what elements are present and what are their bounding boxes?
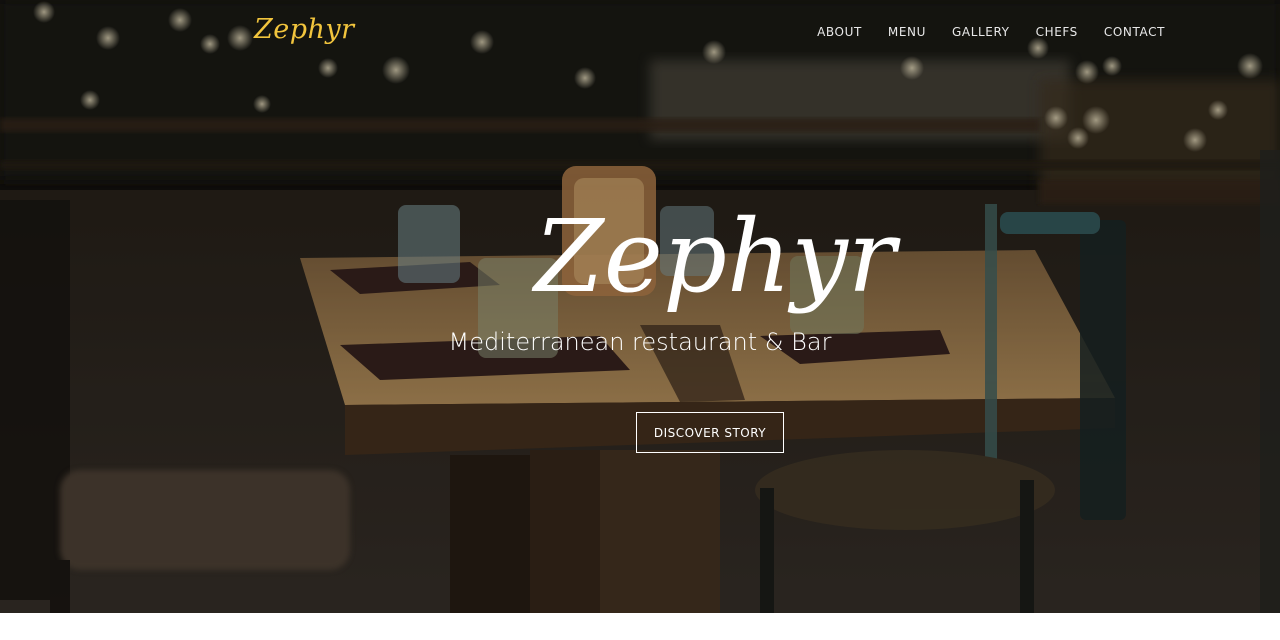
hero-title: Zephyr <box>534 198 896 315</box>
nav-link-contact[interactable]: CONTACT <box>1104 25 1165 39</box>
nav-link-menu[interactable]: MENU <box>888 25 926 39</box>
nav-link-about[interactable]: ABOUT <box>817 25 862 39</box>
brand-logo[interactable]: Zephyr <box>254 14 355 45</box>
nav-links: ABOUT MENU GALLERY CHEFS CONTACT <box>817 25 1165 39</box>
top-navbar: Zephyr ABOUT MENU GALLERY CHEFS CONTACT <box>0 0 1280 66</box>
hero-section: Zephyr ABOUT MENU GALLERY CHEFS CONTACT … <box>0 0 1280 613</box>
hero-content: Zephyr Mediterranean restaurant & Bar <box>0 195 1280 357</box>
nav-link-chefs[interactable]: CHEFS <box>1036 25 1078 39</box>
discover-story-button[interactable]: DISCOVER STORY <box>636 412 784 453</box>
nav-link-gallery[interactable]: GALLERY <box>952 25 1010 39</box>
hero-subtitle: Mediterranean restaurant & Bar <box>448 328 832 356</box>
